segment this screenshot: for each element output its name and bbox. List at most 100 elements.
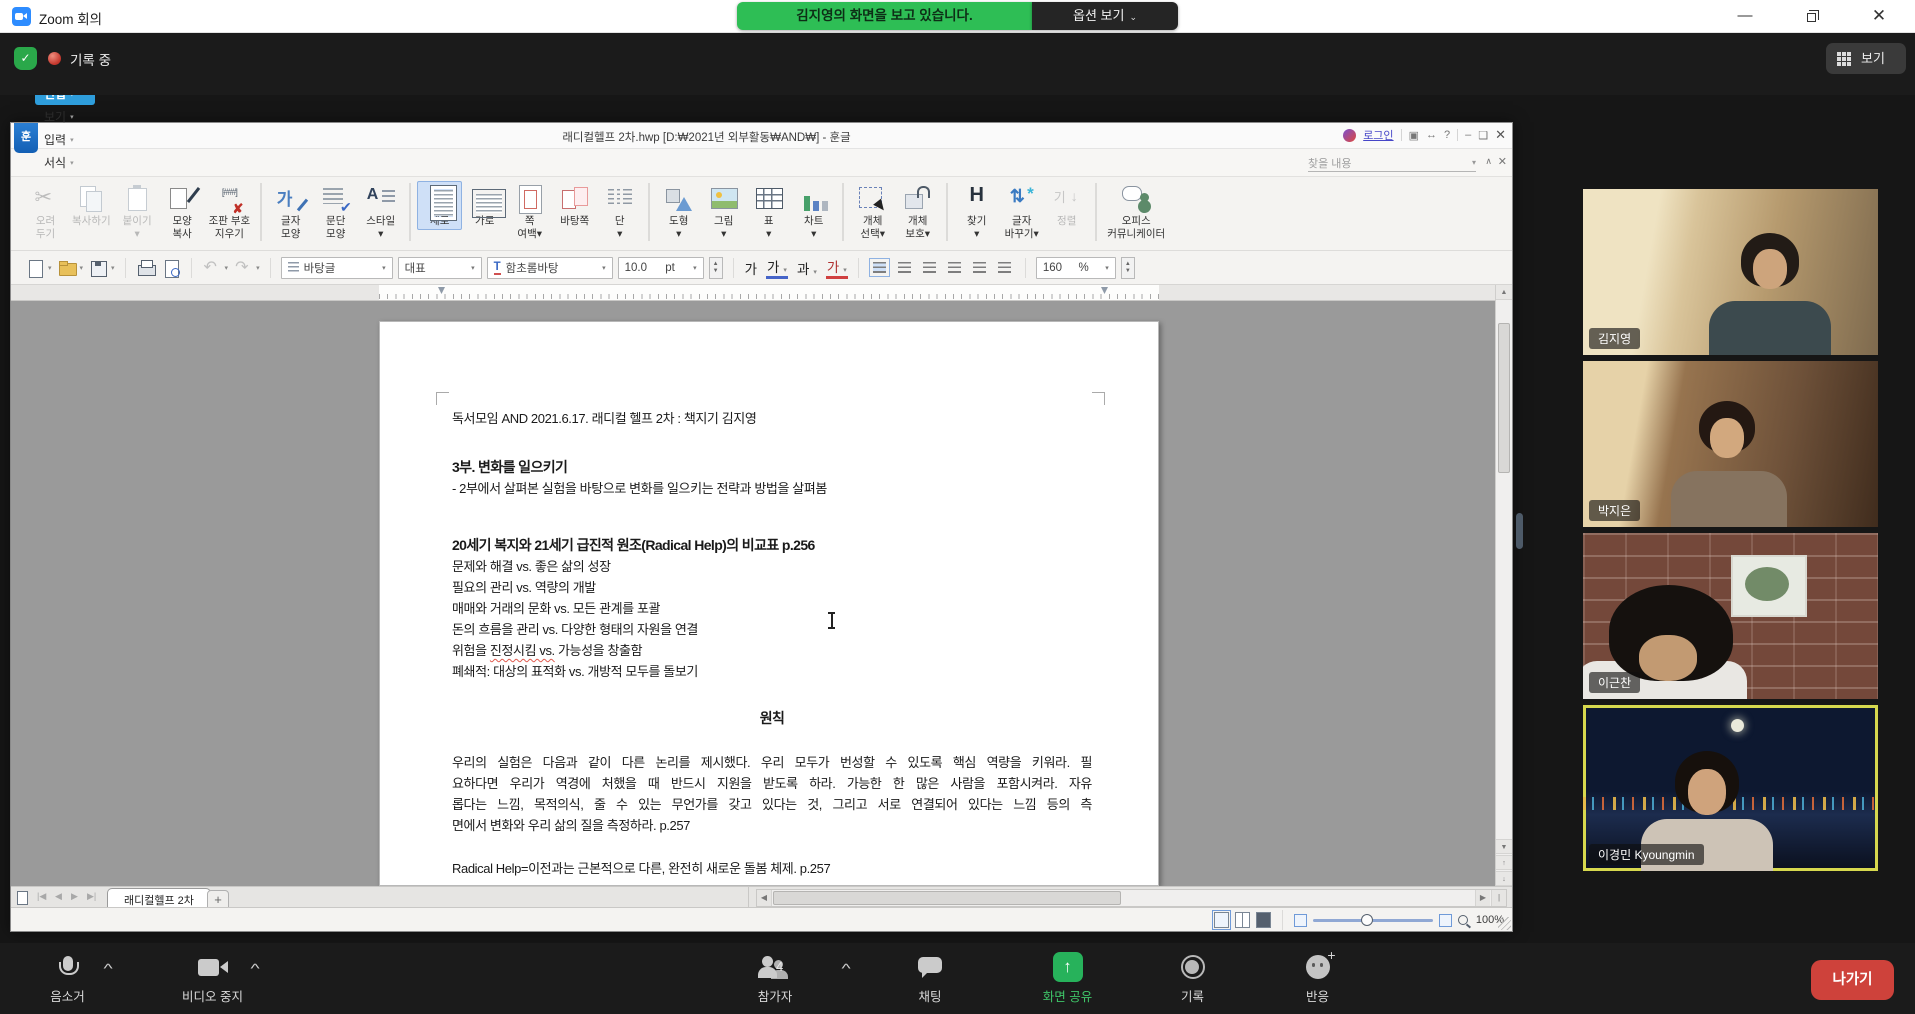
toolbar-button[interactable]: 정렬 (1044, 181, 1089, 230)
align-left-button[interactable] (894, 258, 915, 277)
toolbar-button[interactable]: 가로 (462, 181, 507, 230)
help-icon[interactable]: ? (1444, 129, 1450, 141)
open-folder-icon[interactable] (57, 258, 77, 278)
toolbar-button[interactable]: 세로 (417, 181, 462, 230)
participant-video[interactable]: 박지은 (1583, 361, 1878, 527)
hwp-minimize-button[interactable]: – (1465, 129, 1471, 141)
hwp-close-button[interactable]: ✕ (1495, 127, 1506, 143)
scrollbar-thumb[interactable] (773, 891, 1121, 905)
page-up-button[interactable]: ↑ (1496, 855, 1512, 870)
toolbar-button[interactable] (946, 183, 948, 241)
video-options-chevron[interactable]: ^ (250, 961, 259, 976)
paragraph-style-select[interactable]: 바탕글▾ (281, 257, 393, 279)
horizontal-scrollbar[interactable]: ◀ ▶ | (756, 889, 1507, 907)
align-right-button[interactable] (944, 258, 965, 277)
fullscreen-icon[interactable]: ▣ (1409, 129, 1419, 142)
zoom-slider[interactable] (1313, 919, 1433, 922)
participants-options-chevron[interactable]: ^ (841, 961, 850, 976)
font-size-select[interactable]: 10.0pt▾ (618, 257, 704, 279)
char-format-button[interactable]: 과 (796, 258, 818, 278)
align-divide-button[interactable] (994, 258, 1015, 277)
menu-item[interactable]: 입력▾ (35, 128, 95, 151)
toolbar-button[interactable]: 스타일▾ (358, 181, 403, 243)
toolbar-button[interactable] (260, 183, 262, 241)
participants-button[interactable]: 참가자 4 (720, 950, 830, 1005)
char-format-button[interactable]: 가 (766, 256, 788, 279)
stop-video-button[interactable]: 비디오 중지 (160, 950, 265, 1005)
resize-grip[interactable] (1498, 917, 1511, 930)
scroll-up-button[interactable]: ▲ (1496, 285, 1512, 300)
char-format-button[interactable]: 가 (826, 256, 848, 279)
align-distribute-button[interactable] (969, 258, 990, 277)
representative-style-select[interactable]: 대표▾ (398, 257, 482, 279)
save-icon[interactable] (88, 258, 108, 278)
toolbar-button[interactable] (842, 183, 844, 241)
view-facing-pages-icon[interactable] (1235, 912, 1250, 928)
toolbar-button[interactable]: 단▾ (597, 181, 642, 243)
undo-icon[interactable] (202, 258, 222, 278)
toolbar-button[interactable]: 바탕쪽 (552, 181, 597, 230)
toolbar-button[interactable]: 개체보호▾ (895, 181, 940, 243)
toolbar-button[interactable]: 오려두기 (23, 181, 68, 243)
close-button[interactable]: ✕ (1856, 0, 1902, 32)
reactions-button[interactable]: 반응 (1275, 950, 1360, 1005)
vertical-scrollbar[interactable]: ▲ ▼ ↑ ↓ (1495, 285, 1512, 886)
fit-width-icon[interactable]: ↔ (1426, 129, 1437, 141)
leave-meeting-button[interactable]: 나가기 (1811, 960, 1894, 1000)
zoom-in-button[interactable] (1439, 914, 1452, 927)
print-icon[interactable] (136, 258, 156, 278)
document-canvas[interactable]: 독서모임 AND 2021.6.17. 래디컬 헬프 2차 : 책지기 김지영3… (11, 301, 1497, 886)
prev-tab-icon[interactable]: ◀ (55, 891, 62, 902)
toolbar-button[interactable]: 조판 부호지우기 (205, 181, 255, 243)
redo-icon[interactable] (233, 258, 253, 278)
font-select[interactable]: T함초롬바탕▾ (487, 257, 613, 279)
zoom-level-select[interactable]: 160%▾ (1036, 257, 1116, 279)
toolbar-button[interactable]: 글자모양 (268, 181, 313, 243)
toolbar-button[interactable]: 붙이기▾ (115, 181, 160, 243)
font-size-spinner[interactable]: ▲▼ (709, 257, 723, 279)
view-fit-icon[interactable] (1256, 912, 1271, 928)
find-collapse-icon[interactable]: ∧ (1485, 156, 1492, 167)
toolbar-button[interactable]: 표▾ (746, 181, 791, 243)
toolbar-button[interactable]: 오피스커뮤니케이터 (1103, 181, 1169, 243)
toolbar-button[interactable]: 모양복사 (160, 181, 205, 243)
view-layout-button[interactable]: 보기 (1826, 43, 1906, 74)
minimize-button[interactable]: — (1722, 0, 1768, 32)
scrollbar-thumb[interactable] (1498, 323, 1510, 473)
toolbar-button[interactable]: 개체선택▾ (850, 181, 895, 243)
align-center-button[interactable] (919, 258, 940, 277)
align-justify-button[interactable] (869, 258, 890, 277)
first-tab-icon[interactable]: |◀ (37, 891, 46, 902)
login-link[interactable]: 로그인 (1363, 127, 1393, 143)
new-document-icon[interactable] (25, 258, 45, 278)
chat-button[interactable]: 채팅 (890, 950, 970, 1005)
horizontal-ruler[interactable] (11, 285, 1512, 301)
zoom-slider-knob[interactable] (1361, 914, 1373, 926)
toolbar-button[interactable]: 문단모양 (313, 181, 358, 243)
toolbar-button[interactable]: 글자바꾸기▾ (999, 181, 1044, 243)
toolbar-button[interactable] (409, 183, 411, 241)
scroll-right-button[interactable]: ▶ (1475, 890, 1490, 906)
toolbar-button[interactable] (648, 183, 650, 241)
view-single-page-icon[interactable] (1214, 912, 1229, 928)
toolbar-button[interactable]: 쪽여백▾ (507, 181, 552, 243)
preview-icon[interactable] (161, 258, 181, 278)
zoom-out-button[interactable] (1294, 914, 1307, 927)
participant-video[interactable]: 김지영 (1583, 189, 1878, 355)
toolbar-button[interactable]: 찾기▾ (954, 181, 999, 243)
scroll-down-button[interactable]: ▼ (1496, 839, 1512, 854)
scroll-left-button[interactable]: ◀ (757, 890, 772, 906)
toolbar-button[interactable]: 차트▾ (791, 181, 836, 243)
split-handle[interactable]: | (1491, 890, 1506, 906)
toolbar-button[interactable]: 복사하기 (68, 181, 115, 230)
restore-button[interactable] (1788, 0, 1834, 32)
next-tab-icon[interactable]: ▶ (71, 891, 78, 902)
toolbar-button[interactable] (1095, 183, 1097, 241)
mute-button[interactable]: 음소거 (20, 950, 115, 1005)
find-input[interactable]: 찾을 내용▾ (1308, 154, 1476, 172)
participant-video[interactable]: 이근찬 (1583, 533, 1878, 699)
security-shield-icon[interactable]: ✓ (14, 47, 37, 70)
document-page[interactable]: 독서모임 AND 2021.6.17. 래디컬 헬프 2차 : 책지기 김지영3… (379, 321, 1159, 886)
char-format-button[interactable]: 가 (744, 258, 758, 278)
last-tab-icon[interactable]: ▶| (87, 891, 96, 902)
